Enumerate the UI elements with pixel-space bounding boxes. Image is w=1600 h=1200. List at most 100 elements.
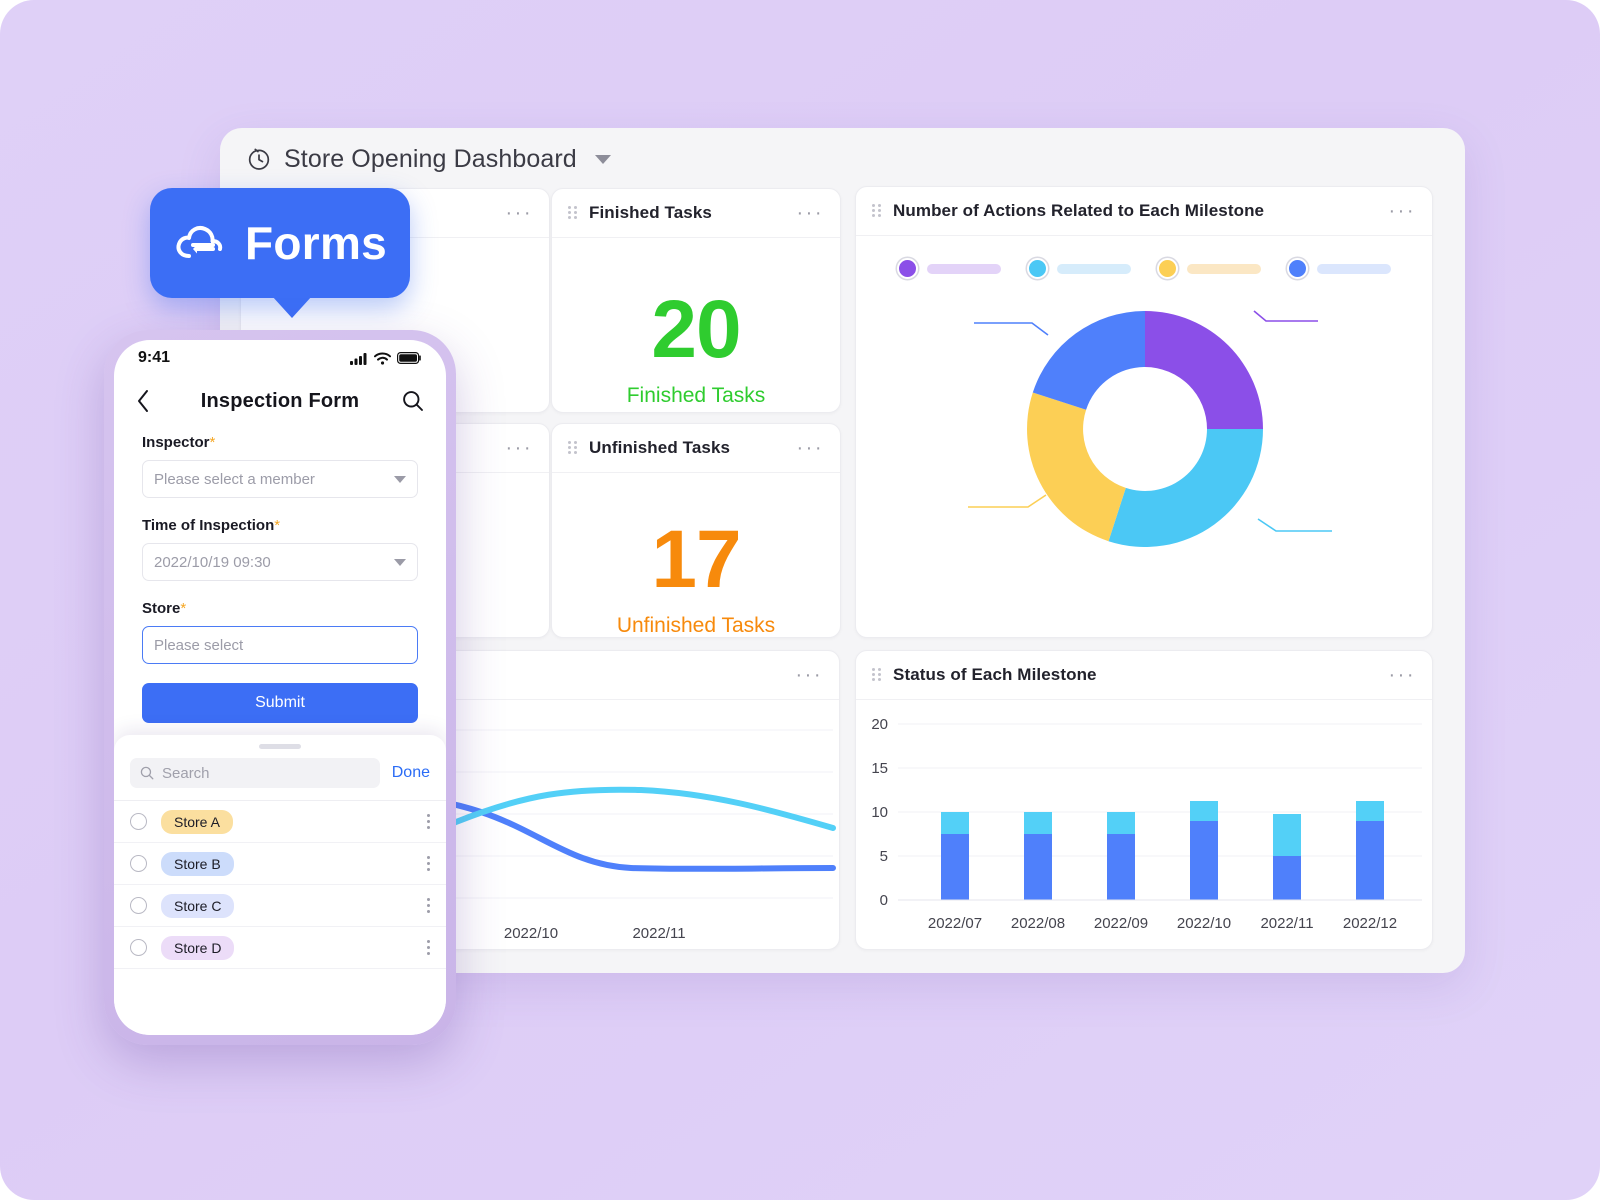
bar-y-tick-20: 20 — [871, 716, 888, 733]
store-chip: Store C — [161, 893, 235, 918]
card-header: Unfinished Tasks ··· — [552, 424, 840, 473]
drag-handle-icon[interactable] — [568, 441, 578, 455]
legend-swatch — [1157, 258, 1178, 279]
inspector-select[interactable]: Please select a member — [142, 460, 418, 498]
radio-icon[interactable] — [130, 897, 147, 914]
store-select[interactable]: Please select — [142, 626, 418, 664]
search-icon — [140, 766, 154, 780]
bar-x-tick-0: 2022/07 — [928, 915, 982, 932]
radio-icon[interactable] — [130, 939, 147, 956]
chevron-down-icon — [394, 475, 406, 483]
card-title: Number of Actions Related to Each Milest… — [893, 201, 1265, 220]
card-menu-button[interactable]: ··· — [796, 665, 823, 685]
battery-icon — [397, 352, 421, 364]
list-item[interactable]: Store B — [114, 843, 446, 885]
card-menu-button[interactable]: ··· — [797, 438, 824, 458]
bar-chart-svg: 20 15 10 5 0 2022/07 2022/08 2022/09 202… — [871, 716, 1422, 932]
field-label-text: Store — [142, 600, 181, 617]
radio-icon[interactable] — [130, 813, 147, 830]
more-options-icon[interactable] — [427, 856, 430, 871]
kpi-value: 17 — [651, 513, 741, 605]
dashboard-card-unfinished-tasks: Unfinished Tasks ··· 17 Unfinished Tasks — [551, 423, 841, 638]
time-select[interactable]: 2022/10/19 09:30 — [142, 543, 418, 581]
chevron-down-icon[interactable] — [594, 154, 611, 164]
field-label-text: Inspector — [142, 434, 210, 451]
legend-swatch — [1027, 258, 1048, 279]
search-placeholder: Search — [162, 764, 210, 782]
card-title: Unfinished Tasks — [589, 438, 731, 457]
drag-handle-icon[interactable] — [872, 204, 882, 218]
list-item[interactable]: Store C — [114, 885, 446, 927]
search-input[interactable]: Search — [130, 758, 380, 788]
more-options-icon[interactable] — [427, 940, 430, 955]
status-time: 9:41 — [138, 349, 171, 366]
kpi-value: 20 — [651, 283, 741, 375]
legend-item[interactable] — [1027, 258, 1131, 279]
store-chip: Store A — [161, 809, 233, 834]
status-bar: 9:41 — [114, 340, 446, 376]
field-store: Store* Please select — [142, 600, 418, 664]
bar-x-tick-1: 2022/08 — [1011, 915, 1065, 932]
dashboard-card-donut-chart: Number of Actions Related to Each Milest… — [855, 186, 1433, 638]
card-title: Finished Tasks — [589, 203, 712, 222]
field-label: Time of Inspection* — [142, 517, 418, 534]
field-label-text: Time of Inspection — [142, 517, 275, 534]
kpi-block: 20 Finished Tasks — [552, 238, 840, 412]
inspector-placeholder: Please select a member — [154, 470, 315, 488]
inspection-form: Inspector* Please select a member Time o… — [114, 426, 446, 723]
list-item[interactable]: Store D — [114, 927, 446, 969]
page-title: Store Opening Dashboard — [284, 144, 577, 173]
card-menu-button[interactable]: ··· — [797, 203, 824, 223]
card-title: Status of Each Milestone — [893, 665, 1097, 684]
legend-item[interactable] — [1157, 258, 1261, 279]
page-canvas: Store Opening Dashboard ··· ··· ··· 2022… — [0, 0, 1600, 1200]
dashboard-header: Store Opening Dashboard — [220, 128, 1465, 190]
field-label: Inspector* — [142, 434, 418, 451]
forms-badge: Forms — [150, 188, 410, 318]
bar-y-tick-5: 5 — [880, 848, 888, 865]
wifi-icon — [374, 352, 391, 365]
legend-label-placeholder — [1057, 263, 1131, 274]
legend-item[interactable] — [1287, 258, 1391, 279]
more-options-icon[interactable] — [427, 898, 430, 913]
phone-title: Inspection Form — [200, 389, 360, 412]
required-marker: * — [180, 600, 187, 617]
forms-label: Forms — [244, 217, 388, 269]
bar-y-tick-10: 10 — [871, 804, 888, 821]
field-label: Store* — [142, 600, 418, 617]
required-marker: * — [274, 517, 281, 534]
legend-label-placeholder — [1187, 263, 1261, 274]
time-value: 2022/10/19 09:30 — [154, 553, 271, 571]
submit-button[interactable]: Submit — [142, 683, 418, 723]
bar-x-tick-2: 2022/09 — [1094, 915, 1148, 932]
list-item[interactable]: Store A — [114, 801, 446, 843]
more-options-icon[interactable] — [427, 814, 430, 829]
bar-x-tick-3: 2022/10 — [1177, 915, 1231, 932]
store-chip: Store D — [161, 935, 235, 960]
legend-swatch — [1287, 258, 1308, 279]
donut-chart — [856, 236, 1432, 637]
required-marker: * — [209, 434, 216, 451]
bar-y-tick-0: 0 — [880, 892, 888, 909]
store-placeholder: Please select — [154, 636, 244, 654]
line-x-tick-2: 2022/11 — [632, 925, 685, 942]
done-button[interactable]: Done — [392, 764, 430, 782]
card-menu-button[interactable]: ··· — [506, 438, 533, 458]
drag-handle-icon[interactable] — [568, 206, 578, 220]
card-menu-button[interactable]: ··· — [506, 203, 533, 223]
dashboard-card-bar-chart: Status of Each Milestone ··· 20 15 10 5 — [855, 650, 1433, 950]
card-menu-button[interactable]: ··· — [1389, 201, 1416, 221]
radio-icon[interactable] — [130, 855, 147, 872]
sheet-toolbar: Search Done — [114, 749, 446, 801]
bar-y-tick-15: 15 — [871, 760, 888, 777]
card-menu-button[interactable]: ··· — [1389, 665, 1416, 685]
legend-item[interactable] — [897, 258, 1001, 279]
card-header: Number of Actions Related to Each Milest… — [856, 187, 1432, 236]
card-header: Finished Tasks ··· — [552, 189, 840, 238]
kpi-label: Unfinished Tasks — [616, 614, 776, 638]
drag-handle-icon[interactable] — [872, 668, 882, 682]
bar-chart: 20 15 10 5 0 2022/07 2022/08 2022/09 202… — [856, 700, 1432, 949]
store-chip: Store B — [161, 851, 234, 876]
kpi-block: 17 Unfinished Tasks — [552, 473, 840, 638]
legend-label-placeholder — [927, 263, 1001, 274]
